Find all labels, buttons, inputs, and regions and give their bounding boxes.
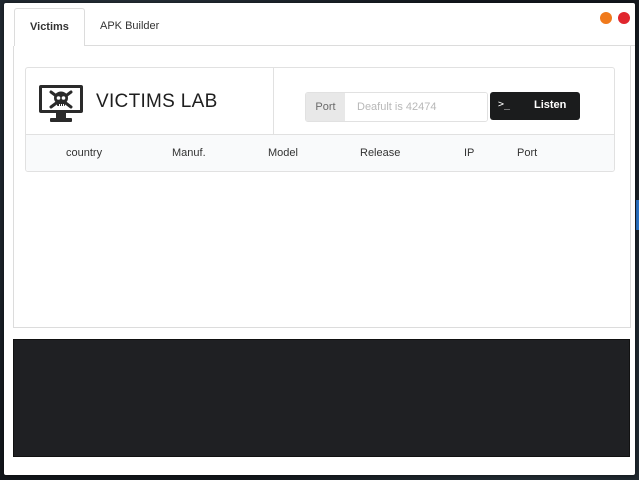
- port-label: Port: [306, 93, 345, 121]
- column-manufacturer[interactable]: Manuf.: [172, 147, 206, 159]
- close-button[interactable]: [618, 12, 630, 24]
- column-ip[interactable]: IP: [464, 147, 474, 159]
- victims-card: VICTIMS LAB Port >_ Listen country Manuf…: [25, 67, 615, 172]
- column-model[interactable]: Model: [268, 147, 298, 159]
- port-input-group: Port: [305, 92, 488, 122]
- column-port[interactable]: Port: [517, 147, 537, 159]
- tab-bar: Victims APK Builder: [14, 3, 635, 47]
- victims-table-header: country Manuf. Model Release IP Port: [26, 134, 614, 171]
- app-window: Victims APK Builder VICTIMS LAB Port Dea…: [4, 3, 635, 475]
- monitor-skull-icon: [39, 85, 83, 122]
- victims-panel: VICTIMS LAB Port >_ Listen country Manuf…: [13, 46, 631, 328]
- minimize-button[interactable]: [599, 12, 612, 24]
- lab-header: VICTIMS LAB: [26, 68, 274, 134]
- terminal-icon: >_: [498, 99, 511, 110]
- port-input[interactable]: [345, 93, 487, 121]
- lab-title: VICTIMS LAB: [96, 91, 218, 112]
- tab-apk-builder[interactable]: APK Builder: [85, 8, 174, 44]
- tab-victims[interactable]: Victims: [14, 8, 85, 47]
- log-console[interactable]: [13, 339, 630, 457]
- listen-label: Listen: [534, 99, 567, 111]
- listen-button[interactable]: >_ Listen: [490, 92, 580, 120]
- window-controls: [598, 12, 630, 30]
- column-release[interactable]: Release: [360, 147, 400, 159]
- column-country[interactable]: country: [66, 147, 102, 159]
